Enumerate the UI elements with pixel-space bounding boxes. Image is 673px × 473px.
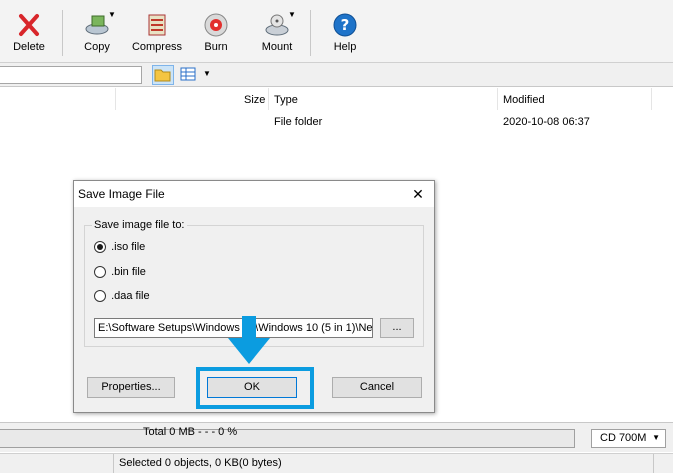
radio-button[interactable] [94,266,106,279]
status-pane [0,454,114,473]
help-label: Help [333,41,357,53]
copy-label: Copy [84,41,110,53]
radio-bin-label: .bin file [111,266,146,278]
browse-button[interactable]: ... [380,318,414,338]
column-divider [268,88,269,110]
media-size-value: CD 700M [600,432,647,444]
folder-view-button[interactable] [152,65,174,85]
radio-daa-label: .daa file [111,290,150,302]
compress-icon [144,12,170,38]
view-grid-icon [178,67,198,86]
delete-button[interactable]: Delete [6,8,52,58]
help-icon: ? [332,12,358,38]
close-icon[interactable]: ✕ [408,184,428,204]
ok-highlight-frame [196,367,314,409]
dialog-title: Save Image File [78,187,165,201]
help-button[interactable]: ? Help [325,8,365,58]
column-header-size[interactable]: Size [244,94,265,106]
delete-icon [16,12,42,38]
column-divider [497,88,498,110]
column-header-modified[interactable]: Modified [503,94,545,106]
column-header-type[interactable]: Type [274,94,298,106]
compress-label: Compress [131,41,183,53]
row-type: File folder [274,116,323,128]
radio-button-selected[interactable] [94,241,106,254]
radio-button[interactable] [94,290,106,303]
delete-label: Delete [13,41,45,53]
view-dropdown-caret[interactable]: ▼ [203,69,211,78]
save-image-dialog: Save Image File ✕ Save image file to: .i… [73,180,435,413]
toolbar-separator [62,10,63,56]
mount-icon [264,12,290,38]
down-arrow-icon [224,316,274,366]
compress-button[interactable]: Compress [130,8,184,58]
dialog-titlebar[interactable]: Save Image File ✕ [74,181,434,207]
view-mode-button[interactable] [178,65,200,85]
folder-open-icon [153,69,173,87]
svg-text:?: ? [341,16,350,34]
radio-iso-label: .iso file [111,241,146,253]
address-bar: ▼ [0,63,673,87]
mount-dropdown-caret[interactable]: ▼ [288,10,296,19]
column-divider [115,88,116,110]
copy-dropdown-caret[interactable]: ▼ [108,10,116,19]
status-bar: Selected 0 objects, 0 KB(0 bytes) [0,453,673,473]
toolbar: Delete Copy ▼ Compress Burn Mount ▼ ? He… [0,0,673,63]
mount-label: Mount [261,41,293,53]
radio-bin[interactable]: .bin file [94,266,146,279]
column-divider [651,88,652,110]
capacity-bar: Total 0 MB - - - 0 % CD 700M ▼ [0,422,673,452]
burn-label: Burn [204,41,228,53]
burn-icon [203,12,229,38]
properties-button[interactable]: Properties... [87,377,175,398]
radio-iso[interactable]: .iso file [94,241,146,254]
radio-daa[interactable]: .daa file [94,290,150,303]
cancel-button[interactable]: Cancel [332,377,422,398]
capacity-progress [0,429,575,448]
media-size-select[interactable]: CD 700M ▼ [591,429,666,448]
path-address-input[interactable] [0,66,142,84]
copy-icon [84,12,110,38]
group-label: Save image file to: [92,219,187,231]
selection-status: Selected 0 objects, 0 KB(0 bytes) [114,454,654,473]
burn-button[interactable]: Burn [197,8,235,58]
row-modified: 2020-10-08 06:37 [503,116,590,128]
toolbar-separator [310,10,311,56]
chevron-down-icon: ▼ [652,433,660,442]
total-size-text: Total 0 MB - - - 0 % [143,426,238,438]
